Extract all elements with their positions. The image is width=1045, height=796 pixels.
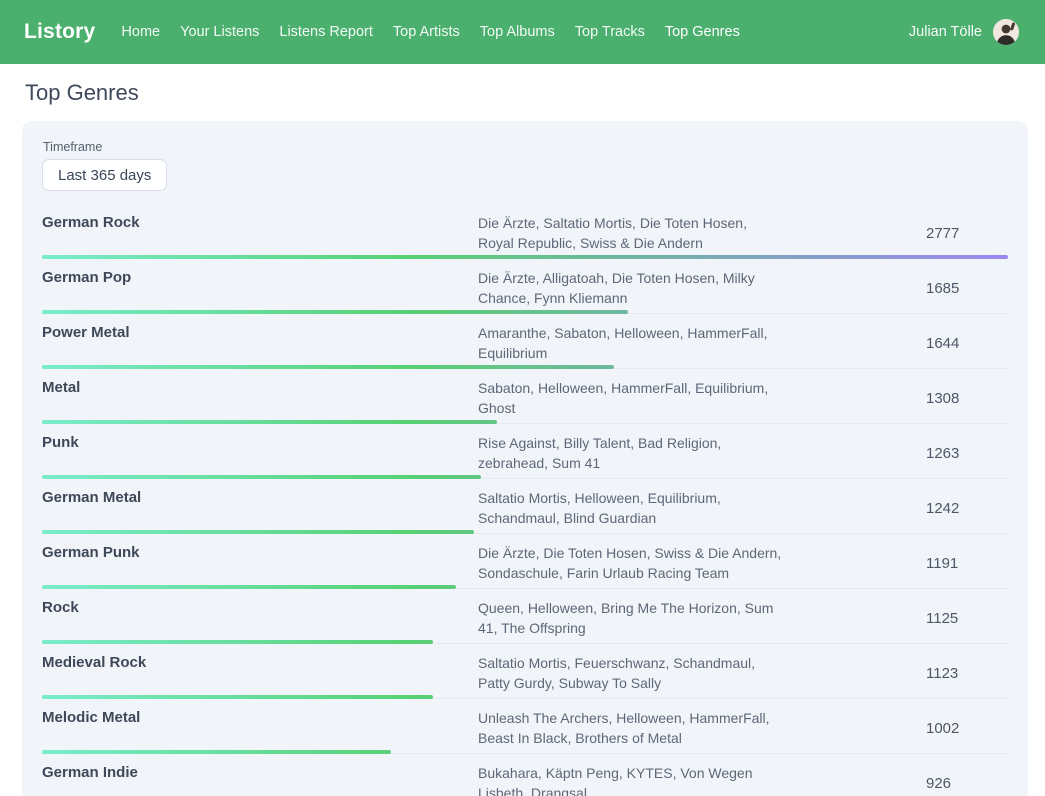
genre-artists: Die Ärzte, Saltatio Mortis, Die Toten Ho… bbox=[478, 213, 783, 253]
genre-artists: Saltatio Mortis, Helloween, Equilibrium,… bbox=[478, 488, 783, 528]
timeframe-filter: Timeframe Last 365 days bbox=[42, 140, 1008, 191]
genre-artists: Bukahara, Käptn Peng, KYTES, Von Wegen L… bbox=[478, 763, 783, 796]
genre-play-count: 926 bbox=[783, 775, 1008, 792]
genre-name: German Metal bbox=[42, 488, 478, 508]
genre-artists: Saltatio Mortis, Feuerschwanz, Schandmau… bbox=[478, 653, 783, 693]
genre-row: German Rock Die Ärzte, Saltatio Mortis, … bbox=[42, 204, 1008, 259]
genre-row: Metal Sabaton, Helloween, HammerFall, Eq… bbox=[42, 369, 1008, 424]
genre-artists: Rise Against, Billy Talent, Bad Religion… bbox=[478, 433, 783, 473]
genre-row: German Metal Saltatio Mortis, Helloween,… bbox=[42, 479, 1008, 534]
genre-play-count: 1263 bbox=[783, 445, 1008, 462]
genre-name: German Pop bbox=[42, 268, 478, 288]
genre-play-count: 1685 bbox=[783, 280, 1008, 297]
genre-row: German Punk Die Ärzte, Die Toten Hosen, … bbox=[42, 534, 1008, 589]
genre-artists: Sabaton, Helloween, HammerFall, Equilibr… bbox=[478, 378, 783, 418]
genre-name: German Indie bbox=[42, 763, 478, 783]
genre-row: German Pop Die Ärzte, Alligatoah, Die To… bbox=[42, 259, 1008, 314]
nav-link-listens-report[interactable]: Listens Report bbox=[279, 24, 373, 40]
genre-name: Medieval Rock bbox=[42, 653, 478, 673]
genre-name: Rock bbox=[42, 598, 478, 618]
timeframe-select[interactable]: Last 365 days bbox=[42, 159, 167, 191]
main-content: Top Genres Timeframe Last 365 days Germa… bbox=[0, 80, 1045, 796]
genre-artists: Amaranthe, Sabaton, Helloween, HammerFal… bbox=[478, 323, 783, 363]
genre-play-count: 1123 bbox=[783, 665, 1008, 682]
genre-name: Power Metal bbox=[42, 323, 478, 343]
navbar: Listory Home Your Listens Listens Report To… bbox=[0, 0, 1045, 64]
genre-play-count: 1191 bbox=[783, 555, 1008, 572]
nav-links: Home Your Listens Listens Report Top Artist… bbox=[121, 24, 908, 40]
person-icon bbox=[993, 19, 1019, 45]
genre-list: German Rock Die Ärzte, Saltatio Mortis, … bbox=[42, 204, 1008, 796]
nav-link-top-artists[interactable]: Top Artists bbox=[393, 24, 460, 40]
nav-link-your-listens[interactable]: Your Listens bbox=[180, 24, 259, 40]
genre-play-count: 1308 bbox=[783, 390, 1008, 407]
genre-play-count: 1644 bbox=[783, 335, 1008, 352]
genre-play-count: 2777 bbox=[783, 225, 1008, 242]
genre-artists: Die Ärzte, Die Toten Hosen, Swiss & Die … bbox=[478, 543, 783, 583]
nav-link-top-tracks[interactable]: Top Tracks bbox=[575, 24, 645, 40]
timeframe-label: Timeframe bbox=[43, 140, 1008, 154]
genre-play-count: 1125 bbox=[783, 610, 1008, 627]
genre-name: Punk bbox=[42, 433, 478, 453]
genre-play-count: 1242 bbox=[783, 500, 1008, 517]
genre-artists: Unleash The Archers, Helloween, HammerFa… bbox=[478, 708, 783, 748]
app-logo[interactable]: Listory bbox=[24, 20, 95, 44]
genre-artists: Queen, Helloween, Bring Me The Horizon, … bbox=[478, 598, 783, 638]
user-name: Julian Tölle bbox=[909, 24, 982, 40]
genre-row: Melodic Metal Unleash The Archers, Hello… bbox=[42, 699, 1008, 754]
genre-row: Rock Queen, Helloween, Bring Me The Hori… bbox=[42, 589, 1008, 644]
genre-name: Metal bbox=[42, 378, 478, 398]
user-avatar[interactable] bbox=[993, 19, 1019, 45]
nav-link-top-genres[interactable]: Top Genres bbox=[665, 24, 740, 40]
genre-row: Power Metal Amaranthe, Sabaton, Hellowee… bbox=[42, 314, 1008, 369]
nav-link-home[interactable]: Home bbox=[121, 24, 160, 40]
genre-name: German Rock bbox=[42, 213, 478, 233]
genre-artists: Die Ärzte, Alligatoah, Die Toten Hosen, … bbox=[478, 268, 783, 308]
nav-link-top-albums[interactable]: Top Albums bbox=[480, 24, 555, 40]
genre-name: German Punk bbox=[42, 543, 478, 563]
genre-row: Medieval Rock Saltatio Mortis, Feuerschw… bbox=[42, 644, 1008, 699]
genre-play-count: 1002 bbox=[783, 720, 1008, 737]
genre-name: Melodic Metal bbox=[42, 708, 478, 728]
top-genres-card: Timeframe Last 365 days German Rock Die … bbox=[22, 121, 1028, 796]
genre-row: German Indie Bukahara, Käptn Peng, KYTES… bbox=[42, 754, 1008, 796]
page-title: Top Genres bbox=[25, 80, 1028, 106]
genre-row: Punk Rise Against, Billy Talent, Bad Rel… bbox=[42, 424, 1008, 479]
